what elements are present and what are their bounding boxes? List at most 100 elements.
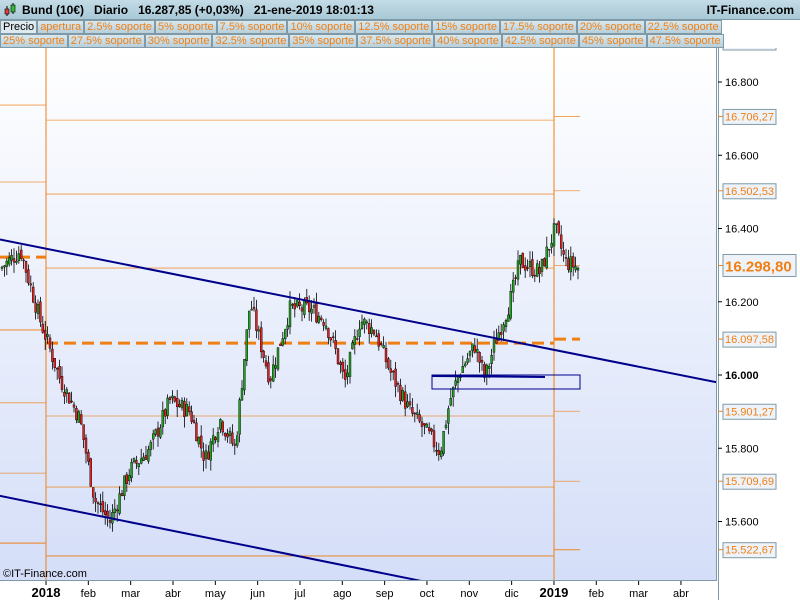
indicator-tab[interactable]: 30% soporte xyxy=(144,34,213,48)
candle-body xyxy=(442,431,445,454)
candle-body xyxy=(219,419,222,430)
indicator-tab[interactable]: 40% soporte xyxy=(434,34,502,48)
indicator-tab[interactable]: 22.5% soporte xyxy=(644,20,722,34)
x-tick-label: dic xyxy=(505,588,520,600)
candle-body xyxy=(214,437,217,440)
candle-body xyxy=(372,330,376,335)
candle-body xyxy=(120,493,124,497)
candle-body xyxy=(223,433,227,437)
candle-body xyxy=(545,246,548,269)
candle-body xyxy=(396,383,400,385)
candle-body xyxy=(298,301,301,307)
brand-label: IT-Finance.com xyxy=(706,3,794,17)
indicator-tab[interactable]: Precio xyxy=(0,20,38,34)
candle-body xyxy=(3,265,6,268)
indicator-tab[interactable]: 45% soporte xyxy=(578,34,647,48)
indicator-tab[interactable]: 20% soporte xyxy=(576,20,645,34)
candle-body xyxy=(137,463,141,468)
candle-body xyxy=(113,508,117,513)
candle-body xyxy=(456,376,460,383)
candle-body xyxy=(509,291,512,319)
candle-body xyxy=(358,328,361,337)
candle-body xyxy=(531,259,534,276)
candle-body xyxy=(404,391,407,409)
candle-body xyxy=(123,475,126,496)
candle-body xyxy=(322,322,325,326)
candle-body xyxy=(94,497,97,503)
indicator-tab[interactable]: 25% soporte xyxy=(0,34,68,48)
indicator-tab[interactable]: 10% soporte xyxy=(287,20,356,34)
indicator-tab[interactable]: 2.5% soporte xyxy=(84,20,155,34)
candle-body xyxy=(423,423,426,426)
indicator-tab[interactable]: 35% soporte xyxy=(289,34,358,48)
indicator-tab[interactable]: 37.5% soporte xyxy=(357,34,435,48)
candle-body xyxy=(166,397,169,416)
candle-body xyxy=(454,380,457,386)
indicator-tab[interactable]: 42.5% soporte xyxy=(501,34,579,48)
candle-body xyxy=(365,321,368,324)
candle-body xyxy=(103,510,107,515)
candle-body xyxy=(288,300,292,328)
indicator-tab[interactable]: 5% soporte xyxy=(155,20,217,34)
candle-body xyxy=(382,345,385,349)
candle-body xyxy=(303,300,306,315)
candlestick-logo-icon xyxy=(4,3,16,16)
candle-body xyxy=(401,390,404,401)
candle-body xyxy=(334,340,337,349)
indicator-tab[interactable]: 7.5% soporte xyxy=(216,20,288,34)
indicator-tab[interactable]: 12.5% soporte xyxy=(355,20,433,34)
candle-body xyxy=(211,435,215,445)
indicator-tab[interactable]: apertura xyxy=(37,20,85,34)
candle-body xyxy=(461,366,464,373)
indicator-tab[interactable]: 17.5% soporte xyxy=(499,20,577,34)
candle-body xyxy=(521,253,524,268)
level-label: 15.709,69 xyxy=(725,476,774,488)
candle-body xyxy=(168,397,172,400)
candle-body xyxy=(336,348,340,364)
candle-body xyxy=(420,421,424,427)
level-label: 16.910,01 xyxy=(725,48,774,49)
candle-body xyxy=(310,308,313,314)
candle-body xyxy=(543,258,546,267)
x-tick-label: sep xyxy=(376,588,394,600)
candle-body xyxy=(492,339,496,353)
title-bar: Bund (10€) Diario 16.287,85 (+0,03%) 21-… xyxy=(0,0,800,20)
indicator-tab[interactable]: 27.5% soporte xyxy=(67,34,145,48)
price-plot[interactable] xyxy=(0,48,717,580)
candle-body xyxy=(300,307,304,312)
candle-body xyxy=(274,365,277,369)
candle-body xyxy=(106,510,109,518)
indicator-tab[interactable]: 47.5% soporte xyxy=(646,34,724,48)
candle-body xyxy=(72,404,76,408)
candle-body xyxy=(91,487,95,498)
candle-body xyxy=(476,348,479,353)
indicator-tab[interactable]: 32.5% soporte xyxy=(212,34,290,48)
candle-body xyxy=(132,458,136,462)
candle-body xyxy=(243,359,246,391)
candle-body xyxy=(432,430,436,448)
candle-body xyxy=(171,395,174,399)
candle-body xyxy=(161,410,165,428)
candle-body xyxy=(488,365,491,369)
candle-body xyxy=(202,451,205,461)
x-tick-label: 2018 xyxy=(32,585,61,600)
candle-body xyxy=(0,266,4,269)
candle-body xyxy=(185,403,189,417)
candle-body xyxy=(552,223,556,247)
candle-body xyxy=(411,407,414,414)
candle-body xyxy=(156,427,160,437)
candle-body xyxy=(195,422,198,442)
candle-body xyxy=(144,455,148,460)
level-label: 16.706,27 xyxy=(725,111,774,123)
candle-body xyxy=(175,397,179,408)
candle-body xyxy=(46,334,49,337)
candle-body xyxy=(312,305,316,308)
candle-body xyxy=(255,309,258,331)
candle-body xyxy=(346,372,349,377)
time-axis: 2018 feb mar abr may jun jul ago sep oct nov dic 201… xyxy=(0,580,717,600)
candle-body xyxy=(560,234,563,249)
candle-body xyxy=(341,361,344,372)
candle-body xyxy=(159,427,162,438)
indicator-tab[interactable]: 15% soporte xyxy=(432,20,500,34)
x-tick-label: may xyxy=(205,588,226,600)
